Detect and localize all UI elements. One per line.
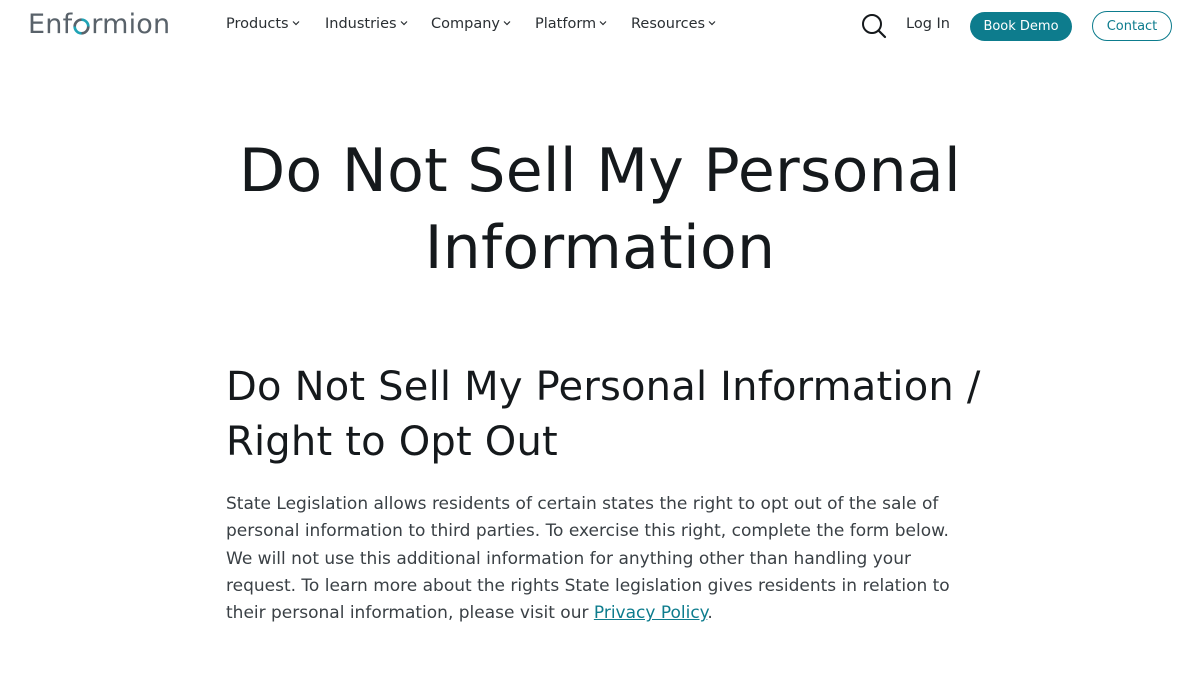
search-icon[interactable] bbox=[861, 13, 887, 39]
nav-item-platform[interactable]: Platform bbox=[535, 16, 631, 32]
nav-label: Resources bbox=[631, 16, 706, 32]
nav-item-products[interactable]: Products bbox=[226, 16, 325, 32]
section-title: Do Not Sell My Personal Information / Ri… bbox=[226, 364, 981, 465]
opt-out-description: State Legislation allows residents of ce… bbox=[226, 491, 971, 627]
privacy-policy-link[interactable]: Privacy Policy bbox=[594, 603, 707, 623]
nav-label: Industries bbox=[325, 16, 397, 32]
page-title: Do Not Sell My Personal Information bbox=[239, 136, 961, 283]
nav-item-company[interactable]: Company bbox=[431, 16, 535, 32]
nav-label: Products bbox=[226, 16, 289, 32]
nav-label: Platform bbox=[535, 16, 597, 32]
nav-item-industries[interactable]: Industries bbox=[325, 16, 431, 32]
nav-label: Company bbox=[431, 16, 500, 32]
logo-ring-icon bbox=[73, 18, 90, 35]
description-end: . bbox=[707, 603, 713, 624]
site-header: Enf rmion Products Industries Company Pl… bbox=[0, 0, 1198, 54]
nav-item-resources[interactable]: Resources bbox=[631, 16, 716, 32]
chevron-down-icon bbox=[599, 21, 607, 26]
enformion-logo[interactable]: Enf rmion bbox=[28, 9, 170, 40]
chevron-down-icon bbox=[503, 21, 511, 26]
main-nav: Products Industries Company Platform Res… bbox=[226, 16, 716, 32]
logo-text-suffix: rmion bbox=[91, 9, 171, 40]
logo-text-prefix: Enf bbox=[28, 9, 73, 40]
login-link[interactable]: Log In bbox=[906, 16, 950, 32]
chevron-down-icon bbox=[708, 21, 716, 26]
chevron-down-icon bbox=[292, 21, 300, 26]
contact-button[interactable]: Contact bbox=[1092, 11, 1172, 41]
description-text: State Legislation allows residents of ce… bbox=[226, 494, 950, 624]
chevron-down-icon bbox=[400, 21, 408, 26]
book-demo-button[interactable]: Book Demo bbox=[970, 12, 1072, 41]
